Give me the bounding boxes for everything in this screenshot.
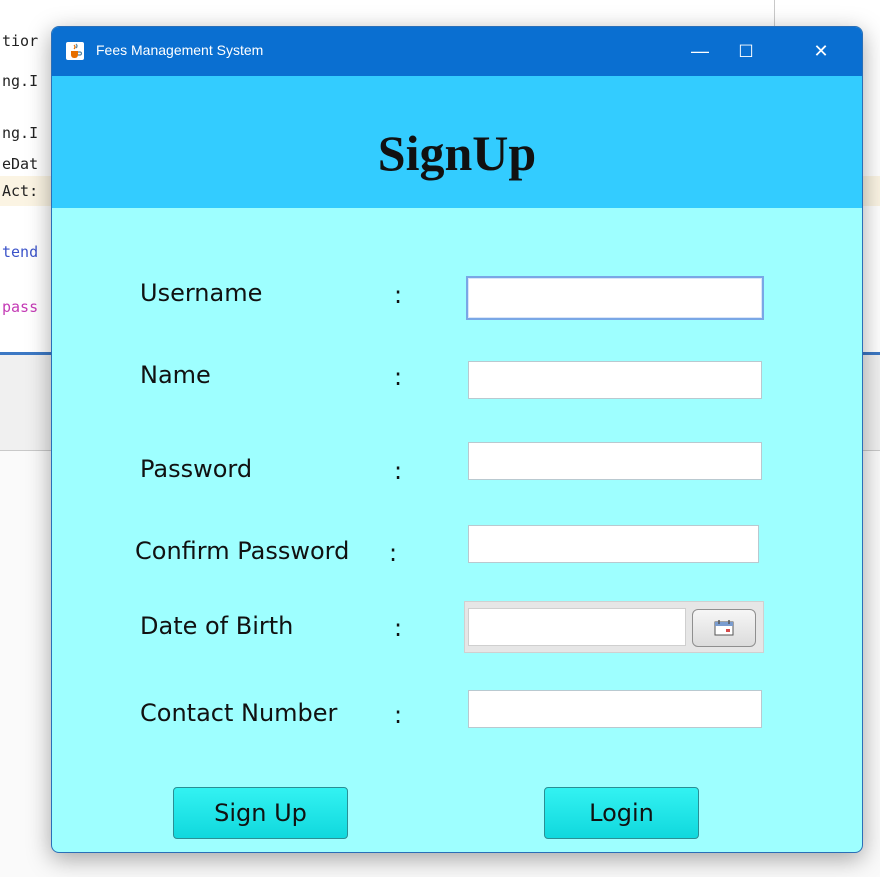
window-title: Fees Management System [96, 42, 264, 58]
background-code-line: pass [2, 298, 39, 316]
confirm-password-separator: : [389, 539, 398, 567]
password-separator: : [394, 457, 403, 485]
username-label: Username [140, 279, 263, 307]
name-separator: : [394, 363, 403, 391]
background-code-line: ng.I [2, 124, 39, 142]
contact-number-field[interactable] [468, 690, 762, 728]
login-button[interactable]: Login [544, 787, 699, 839]
background-code-line: tior [2, 32, 39, 50]
java-cup-icon [66, 42, 84, 60]
background-code-line: ng.I [2, 72, 39, 90]
calendar-icon [714, 620, 734, 636]
signup-window: Fees Management System — ☐ ✕ SignUp User… [51, 26, 863, 853]
calendar-button[interactable] [692, 609, 756, 647]
background-code-line: eDat [2, 155, 39, 173]
header-banner: SignUp [52, 76, 862, 208]
title-bar[interactable]: Fees Management System — ☐ ✕ [52, 27, 862, 76]
username-field[interactable] [466, 276, 764, 320]
password-field[interactable] [468, 442, 762, 480]
contact-number-separator: : [394, 701, 403, 729]
password-label: Password [140, 455, 253, 483]
date-of-birth-field[interactable] [468, 608, 686, 646]
confirm-password-field[interactable] [468, 525, 759, 563]
background-code-line: Act: [2, 182, 39, 200]
minimize-button[interactable]: — [677, 27, 723, 76]
date-picker [464, 601, 764, 653]
confirm-password-label: Confirm Password [135, 537, 350, 565]
contact-number-label: Contact Number [140, 699, 338, 727]
date-of-birth-separator: : [394, 614, 403, 642]
background-code-line: tend [2, 243, 39, 261]
date-of-birth-label: Date of Birth [140, 612, 294, 640]
sign-up-button[interactable]: Sign Up [173, 787, 348, 839]
maximize-button[interactable]: ☐ [723, 27, 769, 76]
page-title: SignUp [377, 125, 537, 181]
close-button[interactable]: ✕ [798, 27, 844, 76]
name-label: Name [140, 361, 211, 389]
username-separator: : [394, 281, 403, 309]
name-field[interactable] [468, 361, 762, 399]
